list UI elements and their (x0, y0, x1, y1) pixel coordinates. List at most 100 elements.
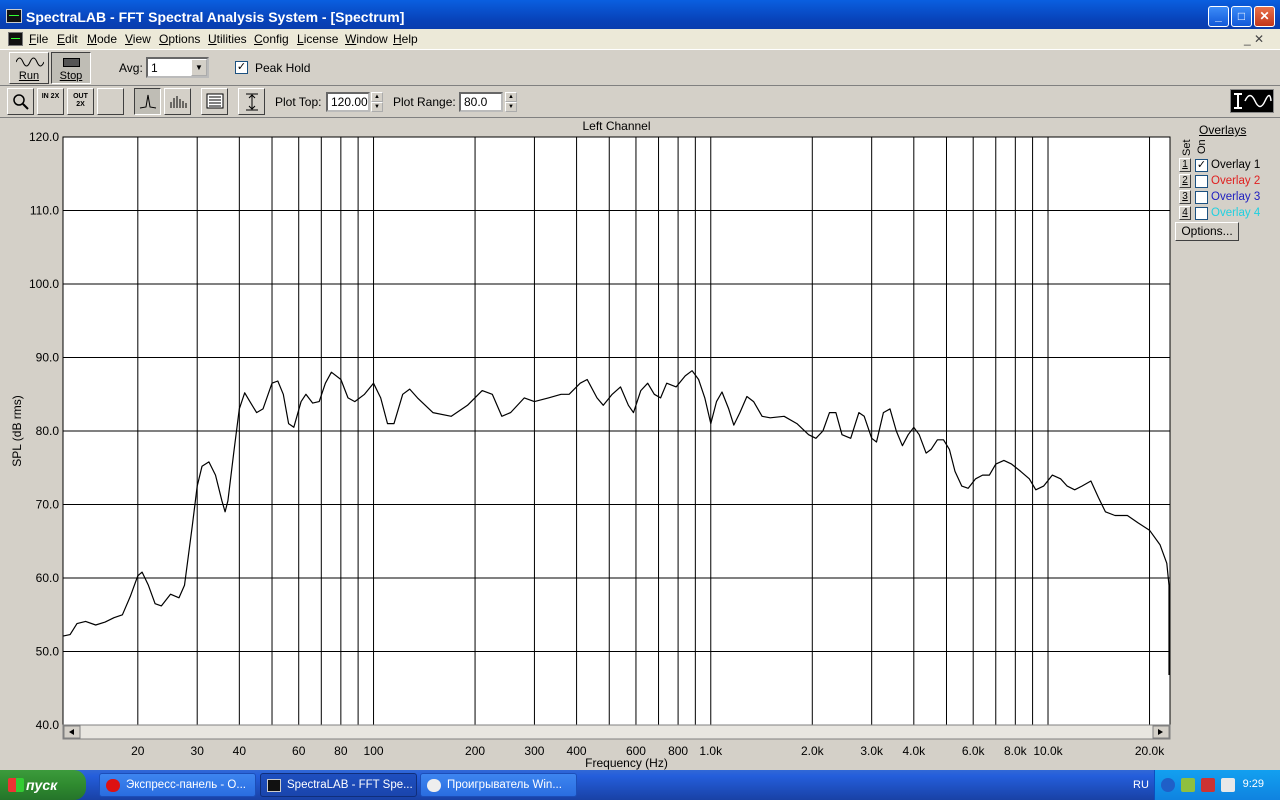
menu-utilities[interactable]: Utilities (208, 32, 247, 46)
stop-label: Stop (59, 70, 83, 82)
x-tick-label: 2.0k (801, 744, 825, 758)
zoom-in-2x-button[interactable]: IN 2X (37, 88, 64, 115)
x-tick-label: 6.0k (962, 744, 986, 758)
avg-select[interactable]: 1 ▼ (146, 57, 209, 78)
overlay-on-checkbox[interactable]: ✓ (1195, 159, 1208, 172)
start-label: пуск (26, 777, 58, 793)
taskbar-item-opera[interactable]: Экспресс-панель - O... (99, 773, 256, 797)
task-label: SpectraLAB - FFT Spe... (287, 779, 413, 791)
x-tick-label: 800 (668, 744, 688, 758)
language-indicator[interactable]: RU (1133, 779, 1149, 791)
zoom-out-full-button[interactable] (97, 88, 124, 115)
x-tick-label: 4.0k (902, 744, 926, 758)
menu-file[interactable]: File (29, 32, 48, 46)
chart-title: Left Channel (582, 119, 650, 133)
y-tick-label: 40.0 (36, 718, 60, 732)
zoom-out-2x-button[interactable]: OUT 2X (67, 88, 94, 115)
x-tick-label: 100 (364, 744, 384, 758)
overlay-label: Overlay 4 (1211, 207, 1261, 219)
plot-top-input[interactable]: 120.00 (326, 92, 370, 112)
peak-hold-checkbox[interactable]: ✓ (235, 61, 248, 74)
minimize-button[interactable]: _ (1208, 6, 1229, 27)
vertical-scale-icon (245, 93, 258, 111)
overlay-options-button[interactable]: Options... (1175, 222, 1239, 241)
taskbar-item-media-player[interactable]: Проигрыватель Win... (420, 773, 577, 797)
x-tick-label: 30 (191, 744, 205, 758)
clock[interactable]: 9:29 (1243, 778, 1264, 790)
x-tick-label: 60 (292, 744, 306, 758)
menu-edit[interactable]: Edit (57, 32, 78, 46)
plot-toolbar: IN 2X OUT 2X Plot Top: 120.00 ▲ ▼ Plot Ra… (0, 86, 1280, 118)
y-tick-label: 70.0 (36, 498, 60, 512)
overlay-label: Overlay 1 (1211, 159, 1261, 171)
overlay-row: 2 Overlay 2 (1172, 174, 1275, 190)
overlay-on-checkbox[interactable] (1195, 191, 1208, 204)
plot-range-spinner[interactable]: ▲ ▼ (505, 92, 517, 112)
taskbar: пуск Экспресс-панель - O... SpectraLAB -… (0, 770, 1280, 800)
menu-window[interactable]: Window (345, 32, 388, 46)
zoom-tool-button[interactable] (7, 88, 34, 115)
document-system-icon[interactable] (8, 32, 23, 46)
stop-button[interactable]: Stop (51, 52, 91, 84)
spectralab-app-icon[interactable] (6, 9, 22, 23)
stop-icon (63, 58, 80, 67)
close-button[interactable]: ✕ (1254, 6, 1275, 27)
spectralab-task-icon (267, 779, 281, 792)
plot-top-spinner[interactable]: ▲ ▼ (371, 92, 383, 112)
opera-icon (106, 779, 120, 792)
overlay-row: 4 Overlay 4 (1172, 206, 1275, 222)
y-tick-label: 50.0 (36, 645, 60, 659)
network-icon[interactable] (1181, 778, 1195, 792)
plot-top-label: Plot Top: (275, 95, 322, 109)
menu-help[interactable]: Help (393, 32, 418, 46)
start-button[interactable]: пуск (0, 770, 86, 800)
line-plot-button[interactable] (134, 88, 161, 115)
document-window-controls[interactable]: _ ✕ (1244, 32, 1264, 46)
overlay-on-checkbox[interactable] (1195, 175, 1208, 188)
maximize-button[interactable]: □ (1231, 6, 1252, 27)
x-tick-label: 3.0k (860, 744, 884, 758)
x-tick-label: 20.0k (1135, 744, 1165, 758)
peak-line-icon (139, 94, 156, 109)
plot-range-input[interactable]: 80.0 (459, 92, 503, 112)
overlay-set-button[interactable]: 4 (1179, 206, 1191, 220)
overlays-panel: Overlays Set On 1 ✓ Overlay 1 2 Overlay 2 3 Ov… (1172, 118, 1275, 770)
windows-logo-icon (8, 778, 24, 792)
menu-config[interactable]: Config (254, 32, 289, 46)
pdf-icon[interactable] (1201, 778, 1215, 792)
menu-license[interactable]: License (297, 32, 338, 46)
overlay-label: Overlay 3 (1211, 191, 1261, 203)
scale-button[interactable] (238, 88, 265, 115)
chevron-down-icon[interactable]: ▼ (191, 59, 207, 76)
task-label: Проигрыватель Win... (447, 779, 562, 791)
spectralab-logo-icon (1230, 89, 1274, 113)
x-tick-label: 200 (465, 744, 485, 758)
menu-options[interactable]: Options (159, 32, 200, 46)
menu-view[interactable]: View (125, 32, 151, 46)
overlay-set-button[interactable]: 1 (1179, 158, 1191, 172)
y-tick-label: 90.0 (36, 351, 60, 365)
taskbar-item-spectralab[interactable]: SpectraLAB - FFT Spe... (260, 773, 417, 797)
run-label: Run (18, 70, 40, 82)
overlay-set-button[interactable]: 2 (1179, 174, 1191, 188)
spectrum-chart[interactable]: Left Channel 120.0 110.0 100.0 90.0 80.0 70.0 6… (5, 118, 1172, 770)
run-button[interactable]: Run (9, 52, 49, 84)
task-label: Экспресс-панель - O... (126, 779, 246, 791)
avg-value: 1 (151, 61, 158, 75)
volume-icon[interactable] (1221, 778, 1235, 792)
menu-mode[interactable]: Mode (87, 32, 117, 46)
y-tick-label: 60.0 (36, 571, 60, 585)
bar-plot-button[interactable] (164, 88, 191, 115)
overlay-set-button[interactable]: 3 (1179, 190, 1191, 204)
avg-label: Avg: (119, 61, 143, 75)
plot-settings-button[interactable] (201, 88, 228, 115)
y-tick-label: 100.0 (29, 277, 59, 291)
sine-wave-icon (16, 57, 44, 67)
tray-expand-icon[interactable] (1161, 778, 1175, 792)
bar-plot-icon (170, 96, 186, 108)
overlays-title: Overlays (1199, 123, 1247, 137)
x-tick-label: 20 (131, 744, 145, 758)
overlay-on-checkbox[interactable] (1195, 207, 1208, 220)
y-axis-label: SPL (dB rms) (10, 395, 24, 467)
system-tray: 9:29 (1154, 770, 1280, 800)
